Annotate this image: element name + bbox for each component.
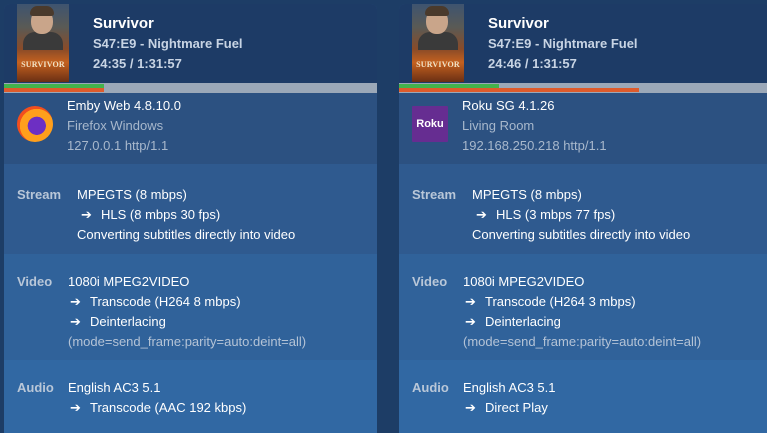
audio-section: Audio English AC3 5.1 ➔ Direct Play xyxy=(399,360,767,433)
video-line: ➔ Transcode (H264 8 mbps) xyxy=(70,294,241,309)
session-card-1[interactable]: SURVIVOR Survivor S47:E9 - Nightmare Fue… xyxy=(4,4,377,433)
audio-line: ➔ Direct Play xyxy=(465,400,548,415)
audio-line: ➔ Transcode (AAC 192 kbps) xyxy=(70,400,247,415)
video-line: (mode=send_frame:parity=auto:deint=all) xyxy=(68,334,307,349)
client-platform: Living Room xyxy=(462,118,535,133)
audio-line: English AC3 5.1 xyxy=(68,380,161,395)
progress-buffered xyxy=(399,88,639,92)
now-playing-header: SURVIVOR Survivor S47:E9 - Nightmare Fue… xyxy=(4,4,377,83)
episode-title: S47:E9 - Nightmare Fuel xyxy=(93,36,243,51)
progress-time: 24:35 / 1:31:57 xyxy=(93,56,182,71)
stream-label: Stream xyxy=(412,187,457,202)
video-line: ➔ Deinterlacing xyxy=(465,314,561,329)
client-address: 192.168.250.218 http/1.1 xyxy=(462,138,607,153)
client-info: Roku Roku SG 4.1.26 Living Room 192.168.… xyxy=(399,93,767,164)
progress-bar xyxy=(399,83,767,93)
session-card-2[interactable]: SURVIVOR Survivor S47:E9 - Nightmare Fue… xyxy=(399,4,767,433)
now-playing-header: SURVIVOR Survivor S47:E9 - Nightmare Fue… xyxy=(399,4,767,83)
progress-bar xyxy=(4,83,377,93)
arrow-right-icon: ➔ xyxy=(465,314,476,329)
stream-line: MPEGTS (8 mbps) xyxy=(77,187,187,202)
firefox-icon xyxy=(17,106,53,142)
poster-logo-text: SURVIVOR xyxy=(416,60,460,69)
stream-label: Stream xyxy=(17,187,62,202)
arrow-right-icon: ➔ xyxy=(70,294,81,309)
show-title[interactable]: Survivor xyxy=(93,15,154,32)
poster-logo-text: SURVIVOR xyxy=(21,60,65,69)
progress-buffered xyxy=(4,88,104,92)
stream-line: Converting subtitles directly into video xyxy=(77,227,296,242)
progress-played xyxy=(4,84,104,88)
client-name: Roku SG 4.1.26 xyxy=(462,98,555,113)
audio-section: Audio English AC3 5.1 ➔ Transcode (AAC 19… xyxy=(4,360,377,433)
video-line: ➔ Deinterlacing xyxy=(70,314,166,329)
video-label: Video xyxy=(17,274,53,289)
progress-played xyxy=(399,84,500,88)
progress-time: 24:46 / 1:31:57 xyxy=(488,56,577,71)
stream-line: MPEGTS (8 mbps) xyxy=(472,187,582,202)
arrow-right-icon: ➔ xyxy=(465,294,476,309)
stream-section: Stream MPEGTS (8 mbps) ➔ HLS (3 mbps 77 f… xyxy=(399,164,767,254)
arrow-right-icon: ➔ xyxy=(81,207,92,222)
video-line: 1080i MPEG2VIDEO xyxy=(463,274,585,289)
stream-line: ➔ HLS (3 mbps 77 fps) xyxy=(476,207,616,222)
video-section: Video 1080i MPEG2VIDEO ➔ Transcode (H264 … xyxy=(4,254,377,360)
audio-line: English AC3 5.1 xyxy=(463,380,556,395)
video-line: (mode=send_frame:parity=auto:deint=all) xyxy=(463,334,702,349)
arrow-right-icon: ➔ xyxy=(70,400,81,415)
arrow-right-icon: ➔ xyxy=(476,207,487,222)
video-section: Video 1080i MPEG2VIDEO ➔ Transcode (H264 … xyxy=(399,254,767,360)
client-name: Emby Web 4.8.10.0 xyxy=(67,98,181,113)
client-platform: Firefox Windows xyxy=(67,118,164,133)
audio-label: Audio xyxy=(412,380,449,395)
show-title[interactable]: Survivor xyxy=(488,15,549,32)
poster-image[interactable]: SURVIVOR xyxy=(17,4,69,82)
video-label: Video xyxy=(412,274,448,289)
arrow-right-icon: ➔ xyxy=(70,314,81,329)
audio-label: Audio xyxy=(17,380,54,395)
client-address: 127.0.0.1 http/1.1 xyxy=(67,138,169,153)
client-info: Emby Web 4.8.10.0 Firefox Windows 127.0.… xyxy=(4,93,377,164)
poster-image[interactable]: SURVIVOR xyxy=(412,4,464,82)
stream-line: Converting subtitles directly into video xyxy=(472,227,691,242)
video-line: 1080i MPEG2VIDEO xyxy=(68,274,190,289)
arrow-right-icon: ➔ xyxy=(465,400,476,415)
stream-line: ➔ HLS (8 mbps 30 fps) xyxy=(81,207,221,222)
roku-icon: Roku xyxy=(412,106,448,142)
episode-title: S47:E9 - Nightmare Fuel xyxy=(488,36,638,51)
stream-section: Stream MPEGTS (8 mbps) ➔ HLS (8 mbps 30 f… xyxy=(4,164,377,254)
video-line: ➔ Transcode (H264 3 mbps) xyxy=(465,294,636,309)
